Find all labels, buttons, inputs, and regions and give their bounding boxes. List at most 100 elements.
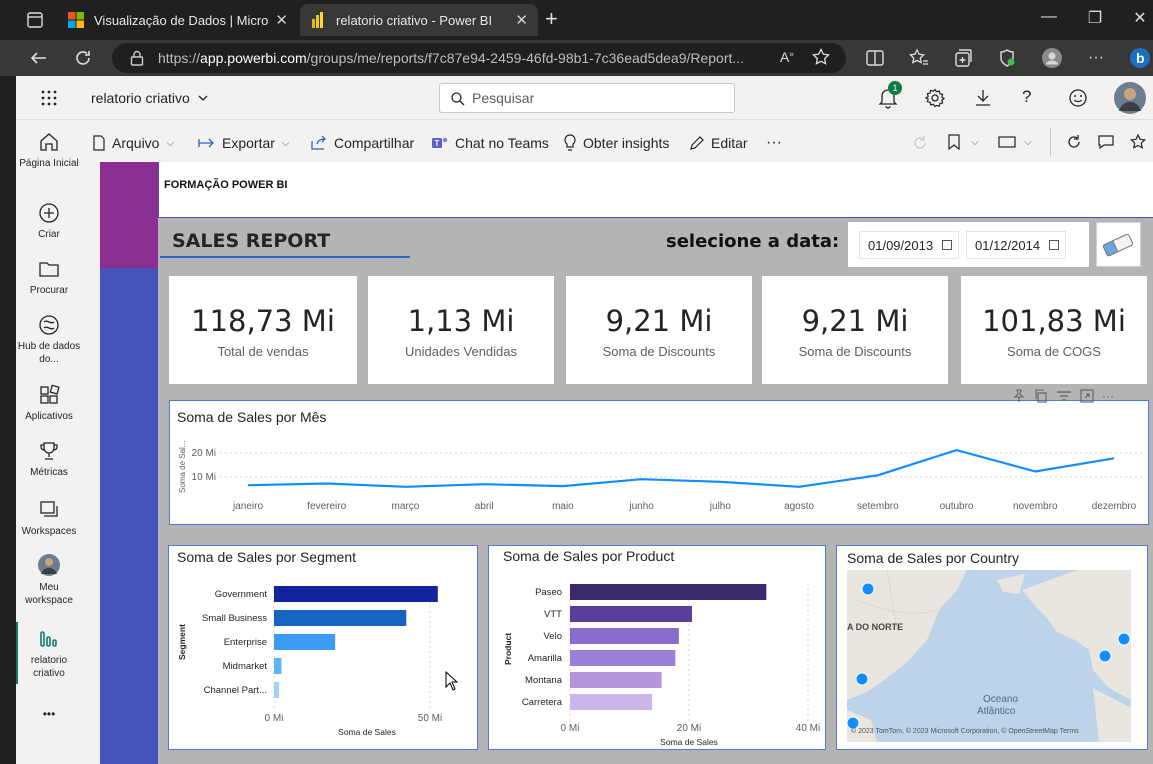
back-icon[interactable] [26,45,52,71]
title-underline [160,256,410,258]
url-host: app.powerbi.com [200,50,307,66]
date-start-input[interactable]: 01/09/2013 [859,231,959,259]
new-tab-button[interactable]: + [545,6,558,32]
bar [570,672,662,688]
bing-chat-icon[interactable]: b [1127,47,1153,69]
clear-filters-button[interactable] [1096,222,1141,267]
rail-item-browse[interactable]: Procurar [16,258,82,297]
help-icon[interactable]: ? [1022,87,1031,107]
filter-icon[interactable] [1056,389,1072,403]
export-icon [198,138,214,148]
more-actions-button[interactable]: ··· [766,134,782,152]
map-ocean-label: Oceano [983,694,1018,705]
chevron-down-icon: ⌵ [971,136,979,148]
settings-gear-icon[interactable] [925,88,945,108]
rail-item-my-workspace[interactable]: Meu workspace [16,553,82,607]
file-menu-button[interactable]: Arquivo ⌵ [92,134,174,152]
rail-item-apps[interactable]: Aplicativos [16,384,82,423]
more-options-icon[interactable]: ··· [1102,389,1114,403]
insights-button[interactable]: Obter insights [563,134,669,152]
rail-item-create[interactable]: Criar [16,202,82,241]
tab-actions-icon[interactable] [26,11,44,29]
rail-item-data-hub[interactable]: Hub de dados do... [16,314,82,366]
maximize-button[interactable]: ❐ [1075,8,1115,28]
apps-icon [40,384,60,404]
refresh-report-icon[interactable] [1066,134,1082,150]
search-input[interactable]: Pesquisar [439,83,735,113]
close-tab-icon[interactable]: ✕ [515,11,528,29]
insights-label: Obter insights [583,135,670,151]
notifications-icon[interactable]: 1 [878,81,902,109]
tab-relatorio[interactable]: relatorio criativo - Power BI ✕ [300,4,538,36]
favorites-icon[interactable] [908,47,930,69]
comment-icon[interactable] [1098,134,1114,150]
user-avatar[interactable] [1113,81,1147,115]
browser-menu-icon[interactable]: ··· [1088,47,1110,69]
world-map[interactable]: A DO NORTE Oceano Atlântico [847,570,1131,742]
minimize-button[interactable]: — [1029,8,1069,26]
x-tick-label: 20 Mi [677,723,701,734]
export-menu-button[interactable]: Exportar ⌵ [198,134,290,152]
kpi-card-cogs[interactable]: 101,83 Mi Soma de COGS [961,276,1147,384]
brand-label: FORMAÇÃO POWER BI [164,179,288,191]
lightbulb-icon [564,134,576,151]
download-icon[interactable] [973,88,993,108]
x-tick-label: julho [709,501,732,512]
collections-icon[interactable] [952,47,974,69]
browser-essentials-icon[interactable] [996,47,1018,69]
pin-icon[interactable] [1012,389,1026,403]
line-chart-visual[interactable]: Soma de Sales por Mês 10 Mi 20 Mi Soma de … [169,400,1149,525]
y-axis-label: Soma de Sal... [178,441,187,493]
app-launcher-icon[interactable] [40,89,58,107]
rail-item-metrics[interactable]: Métricas [16,440,82,479]
close-tab-icon[interactable]: ✕ [275,11,288,29]
edit-label: Editar [711,135,748,151]
rail-item-workspaces[interactable]: Workspaces [16,499,82,538]
favorite-star-icon[interactable] [812,48,830,66]
rail-item-home[interactable]: Página Inicial [16,131,82,170]
refresh-icon[interactable] [70,45,96,71]
split-screen-icon[interactable] [864,47,886,69]
share-label: Compartilhar [334,135,415,151]
read-aloud-icon[interactable]: A» [780,49,794,65]
line-chart: 10 Mi 20 Mi Soma de Sal... janeiro fevereiro… [178,441,1145,512]
edit-button[interactable]: Editar [689,134,748,152]
calendar-icon[interactable] [942,240,952,250]
url-field[interactable]: https://app.powerbi.com/groups/me/report… [112,43,846,73]
x-tick-label: 50 Mi [418,713,442,724]
rail-item-report[interactable]: relatorio criativo [16,628,82,680]
calendar-icon[interactable] [1049,240,1059,250]
favorite-report-icon[interactable] [1130,134,1146,150]
feedback-smiley-icon[interactable] [1068,88,1088,108]
focus-mode-icon[interactable] [1080,389,1094,403]
share-button[interactable]: Compartilhar [310,134,414,152]
rail-label: Procurar [29,285,69,296]
kpi-card-units[interactable]: 1,13 Mi Unidades Vendidas [368,276,554,384]
bookmark-button[interactable]: ⌵ [947,134,979,150]
kpi-card-total-sales[interactable]: 118,73 Mi Total de vendas [169,276,357,384]
product-bar-visual[interactable]: Soma de Sales por Product 0 Mi 20 Mi 40 Mi… [488,545,826,750]
view-button[interactable]: ⌵ [998,134,1032,150]
date-end-input[interactable]: 01/12/2014 [966,231,1066,259]
kpi-value: 9,21 Mi [801,304,909,338]
kpi-label: Soma de COGS [1007,344,1101,359]
tab-visualizacao[interactable]: Visualização de Dados | Microsoft ✕ [58,4,298,36]
report-name-menu[interactable]: relatorio criativo [91,90,208,106]
category-label: VTT [544,609,562,620]
report-title: SALES REPORT [172,230,331,252]
kpi-value: 1,13 Mi [407,304,515,338]
segment-bar-visual[interactable]: Soma de Sales por Segment 0 Mi 50 Mi Gover… [168,545,478,750]
data-hub-icon [39,315,59,335]
map-visual[interactable]: Soma de Sales por Country A DO NORTE Oce… [836,545,1148,750]
teams-icon: T [432,137,448,148]
report-name: relatorio criativo [91,90,190,106]
chat-teams-button[interactable]: T Chat no Teams [431,134,549,152]
map-bubble-france [1098,649,1112,663]
kpi-card-discounts[interactable]: 9,21 Mi Soma de Discounts [566,276,752,384]
profile-icon[interactable] [1041,47,1063,69]
category-label: Channel Part... [204,685,267,696]
more-nav-button[interactable]: ••• [16,707,82,721]
kpi-card-discounts-2[interactable]: 9,21 Mi Soma de Discounts [762,276,948,384]
close-window-button[interactable]: ✕ [1120,8,1153,28]
copy-icon[interactable] [1034,389,1048,403]
